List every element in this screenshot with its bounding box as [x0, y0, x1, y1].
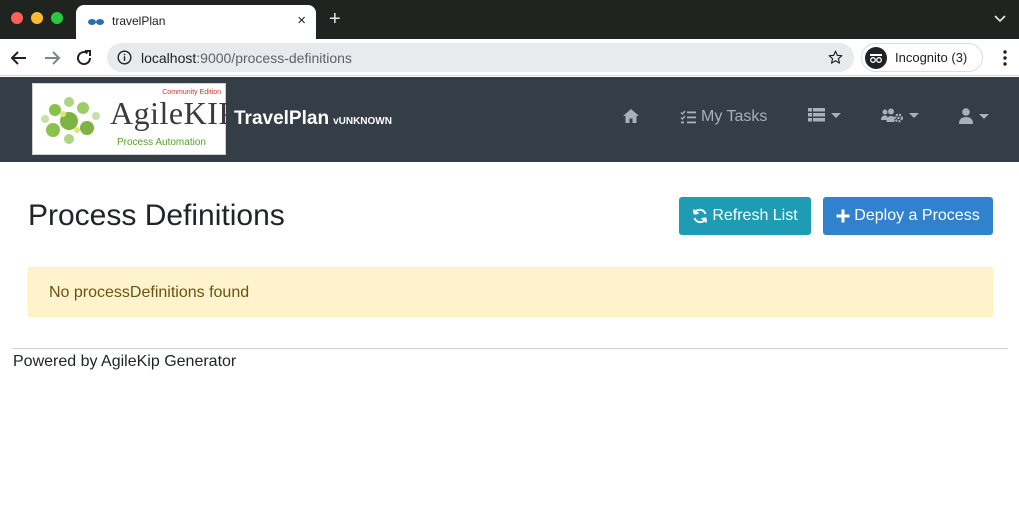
tab-close-icon[interactable]: ×: [297, 13, 306, 29]
brand-title: TravelPlan: [234, 108, 330, 129]
incognito-label: Incognito (3): [895, 50, 968, 65]
chevron-down-icon: [909, 113, 919, 118]
app-navbar: Community Edition AgileKIP Process Autom…: [0, 77, 1019, 162]
empty-state-message: No processDefinitions found: [49, 284, 250, 301]
nav-account-dropdown[interactable]: [959, 108, 989, 124]
incognito-indicator[interactable]: Incognito (3): [861, 43, 983, 72]
browser-tab[interactable]: travelPlan ×: [76, 5, 316, 39]
url-path: :9000/process-definitions: [196, 50, 352, 66]
incognito-icon: [865, 47, 887, 69]
brand-version: vUNKNOWN: [333, 116, 392, 127]
nav-my-tasks[interactable]: My Tasks: [680, 108, 767, 126]
tasks-icon: [680, 110, 696, 124]
info-icon[interactable]: [117, 50, 132, 65]
logo-name: AgileKIP: [110, 95, 237, 131]
user-icon: [959, 108, 973, 124]
bookmark-star-icon[interactable]: [827, 49, 844, 66]
chevron-down-icon: [979, 113, 989, 119]
close-window-button[interactable]: [11, 12, 23, 24]
chevron-down-icon: [831, 112, 841, 118]
list-icon: [808, 108, 825, 122]
sync-icon: [693, 208, 708, 224]
app-brand[interactable]: TravelPlan vUNKNOWN: [234, 108, 392, 130]
home-icon: [623, 109, 639, 123]
logo-tagline: Process Automation: [117, 137, 206, 148]
footer-divider: [12, 348, 1008, 349]
footer-text: Powered by AgileKip Generator: [13, 353, 237, 370]
browser-toolbar: localhost:9000/process-definitions Incog…: [0, 39, 1019, 76]
users-cog-icon: [881, 108, 903, 123]
forward-arrow-icon[interactable]: [42, 48, 62, 68]
reload-icon[interactable]: [74, 48, 94, 68]
new-tab-button[interactable]: +: [329, 9, 341, 29]
empty-state-alert: No processDefinitions found: [28, 267, 993, 317]
tab-favicon-icon: [88, 19, 104, 25]
browser-menu-icon[interactable]: [1003, 50, 1007, 66]
url-host: localhost: [141, 50, 197, 66]
address-bar[interactable]: localhost:9000/process-definitions: [107, 43, 854, 72]
maximize-window-button[interactable]: [51, 12, 63, 24]
deploy-process-button[interactable]: Deploy a Process: [823, 197, 993, 235]
agilekip-logo[interactable]: Community Edition AgileKIP Process Autom…: [32, 83, 236, 155]
nav-home[interactable]: [622, 108, 640, 124]
refresh-list-button[interactable]: Refresh List: [679, 197, 811, 235]
minimize-window-button[interactable]: [31, 12, 43, 24]
deploy-process-label: Deploy a Process: [854, 207, 980, 224]
refresh-list-label: Refresh List: [712, 207, 798, 224]
back-arrow-icon[interactable]: [9, 48, 29, 68]
nav-entities-dropdown[interactable]: [808, 108, 841, 122]
tab-title: travelPlan: [112, 14, 166, 28]
url-text[interactable]: localhost:9000/process-definitions: [141, 50, 352, 66]
page-title: Process Definitions: [28, 199, 285, 232]
nav-my-tasks-label: My Tasks: [701, 108, 768, 125]
molecule-logo-icon: [41, 97, 100, 144]
browser-tabstrip: travelPlan × +: [0, 0, 1019, 39]
nav-admin-dropdown[interactable]: [881, 108, 919, 123]
plus-icon: [836, 209, 850, 223]
chevron-down-icon[interactable]: [993, 11, 1007, 25]
